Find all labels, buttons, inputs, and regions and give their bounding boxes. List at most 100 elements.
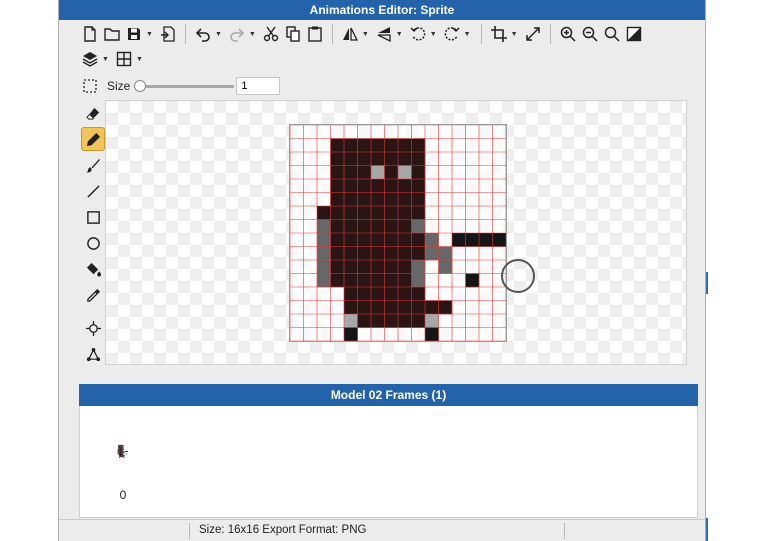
flip-horizontal-dropdown-arrow[interactable]: ▼ [362, 31, 369, 38]
eyedropper-icon [86, 288, 100, 302]
layers-button[interactable] [79, 48, 101, 70]
sprite-pixel-grid[interactable] [289, 124, 507, 342]
line-tool[interactable] [81, 179, 105, 203]
open-folder-icon [104, 28, 120, 41]
resize-button[interactable] [522, 23, 544, 45]
size-input[interactable] [236, 77, 281, 95]
sprite-pixel [330, 273, 345, 288]
save-button[interactable] [123, 23, 145, 45]
size-slider[interactable] [134, 79, 235, 93]
sprite-pixel [330, 152, 345, 166]
grid-icon [116, 51, 132, 67]
cut-button[interactable] [260, 23, 282, 45]
eraser-tool[interactable] [81, 101, 105, 125]
eyedropper-tool[interactable] [81, 283, 105, 307]
rotate-right-button[interactable] [441, 23, 463, 45]
brush-tool[interactable] [81, 153, 105, 177]
sprite-pixel [357, 287, 372, 301]
status-separator [564, 523, 565, 539]
sprite-pixel [122, 451, 124, 453]
sprite-pixel [122, 444, 124, 446]
grid-button[interactable] [113, 48, 135, 70]
sprite-pixel [119, 449, 120, 451]
sprite-pixel [119, 453, 120, 455]
size-slider-thumb[interactable] [134, 80, 147, 92]
flip-horizontal-button[interactable] [339, 23, 361, 45]
flip-vertical-dropdown-arrow[interactable]: ▼ [396, 31, 403, 38]
sprite-pixel [398, 206, 412, 220]
rectangle-tool[interactable] [81, 205, 105, 229]
background-toggle-button[interactable] [623, 23, 645, 45]
zoom-in-button[interactable] [557, 23, 579, 45]
open-button[interactable] [101, 23, 123, 45]
sprite-pixel [122, 444, 123, 446]
flip-vertical-button[interactable] [373, 23, 395, 45]
tool-separator [79, 309, 107, 315]
sprite-pixel [371, 165, 385, 180]
rotate-left-dropdown-arrow[interactable]: ▼ [430, 31, 437, 38]
new-file-button[interactable] [79, 23, 101, 45]
eraser-icon [85, 107, 99, 120]
save-dropdown-arrow[interactable]: ▼ [146, 31, 153, 38]
status-text: Size: 16x16 Export Format: PNG [199, 524, 367, 536]
sprite-pixel [344, 327, 358, 341]
sprite-pixel [122, 451, 123, 453]
sprite-pixel [398, 233, 412, 247]
undo-icon [195, 28, 210, 42]
sprite-pixel [117, 450, 119, 452]
rotate-left-button[interactable] [407, 23, 429, 45]
sprite-pixel [398, 260, 412, 274]
copy-button[interactable] [282, 23, 304, 45]
undo-dropdown-arrow[interactable]: ▼ [215, 31, 222, 38]
sprite-pixel [411, 192, 426, 207]
rectangle-icon [86, 210, 100, 224]
sprite-pixel [118, 444, 120, 446]
sprite-pixel [122, 447, 124, 449]
sprite-pixel [121, 445, 123, 447]
grid-dropdown-arrow[interactable]: ▼ [136, 56, 143, 63]
sprite-pixel [121, 447, 123, 449]
pencil-tool[interactable] [81, 127, 105, 151]
sprite-pixel [438, 246, 453, 261]
zoom-fit-button[interactable] [601, 23, 623, 45]
fill-tool[interactable] [81, 257, 105, 281]
sprite-pixel [398, 219, 412, 234]
paste-button[interactable] [304, 23, 326, 45]
crop-dropdown-arrow[interactable]: ▼ [511, 31, 518, 38]
move-point-tool[interactable] [81, 316, 105, 340]
sprite-pixel [121, 444, 123, 446]
sprite-pixel [411, 138, 426, 153]
export-button[interactable] [157, 23, 179, 45]
zoom-out-button[interactable] [579, 23, 601, 45]
crop-button[interactable] [488, 23, 510, 45]
layers-dropdown-arrow[interactable]: ▼ [102, 56, 109, 63]
sprite-pixel [122, 450, 124, 452]
rotate-right-dropdown-arrow[interactable]: ▼ [464, 31, 471, 38]
sprite-pixel [121, 456, 123, 458]
copy-icon [286, 26, 300, 42]
marquee-select-button[interactable] [79, 75, 101, 97]
drawing-canvas[interactable] [105, 100, 687, 365]
sprite-pixel [119, 453, 121, 455]
sprite-pixel [330, 138, 345, 153]
zoom-fit-icon [604, 26, 620, 42]
sprite-pixel [119, 456, 120, 458]
sprite-pixel [411, 165, 426, 180]
sprite-pixel [398, 179, 412, 193]
sprite-pixel [398, 246, 412, 261]
sprite-pixel [479, 233, 493, 247]
sprite-pixel [371, 260, 385, 274]
ellipse-tool[interactable] [81, 231, 105, 255]
size-label: Size [107, 79, 131, 93]
sprite-pixel [125, 451, 127, 452]
sprite-pixel [357, 192, 372, 207]
redo-button[interactable] [226, 23, 248, 45]
sprite-pixel [344, 246, 358, 261]
redo-dropdown-arrow[interactable]: ▼ [249, 31, 256, 38]
frame-thumbnail[interactable] [116, 444, 128, 458]
undo-button[interactable] [192, 23, 214, 45]
node-graph-tool[interactable] [81, 342, 105, 366]
sprite-pixel [119, 444, 121, 446]
sprite-pixel [122, 448, 124, 450]
sprite-pixel [121, 452, 123, 454]
